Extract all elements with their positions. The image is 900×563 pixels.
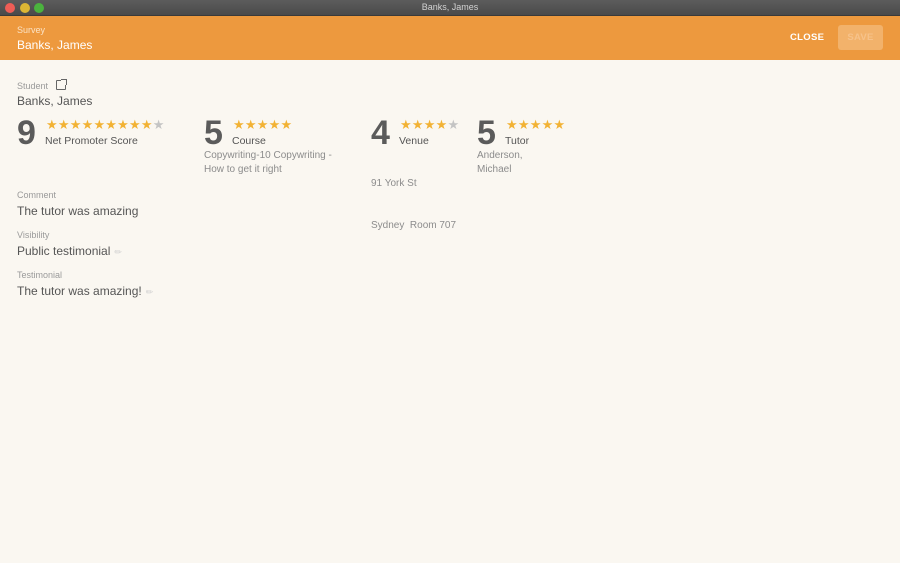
- student-label-row: Student: [17, 79, 67, 91]
- star-filled-icon[interactable]: ★: [82, 117, 94, 132]
- star-filled-icon[interactable]: ★: [117, 117, 129, 132]
- star-filled-icon[interactable]: ★: [530, 117, 542, 132]
- testimonial-label: Testimonial: [17, 270, 63, 280]
- rating-label: Net Promoter Score: [45, 135, 138, 147]
- star-filled-icon[interactable]: ★: [141, 117, 153, 132]
- star-filled-icon[interactable]: ★: [280, 117, 292, 132]
- header-subtitle: Survey: [17, 25, 46, 35]
- student-label: Student: [17, 81, 49, 91]
- star-rating[interactable]: ★★★★★: [233, 118, 292, 131]
- visibility-label: Visibility: [17, 230, 50, 240]
- comment-label: Comment: [17, 190, 57, 200]
- pencil-icon[interactable]: ✏︎: [146, 287, 154, 297]
- star-filled-icon[interactable]: ★: [46, 117, 58, 132]
- star-filled-icon[interactable]: ★: [129, 117, 141, 132]
- external-link-icon[interactable]: [55, 79, 67, 90]
- rating-label: Venue: [399, 135, 429, 147]
- header-title: Banks, James: [17, 38, 93, 52]
- star-filled-icon[interactable]: ★: [58, 117, 70, 132]
- star-filled-icon[interactable]: ★: [233, 117, 245, 132]
- pencil-icon[interactable]: ✏︎: [114, 247, 122, 257]
- rating-label: Course: [232, 135, 266, 147]
- save-button[interactable]: SAVE: [838, 25, 883, 50]
- venue-line-1: 91 York St: [371, 178, 417, 189]
- star-filled-icon[interactable]: ★: [257, 117, 269, 132]
- rating-score: 4: [371, 114, 390, 152]
- rating-label: Tutor: [505, 135, 530, 147]
- star-filled-icon[interactable]: ★: [105, 117, 117, 132]
- star-filled-icon[interactable]: ★: [553, 117, 565, 132]
- star-empty-icon[interactable]: ★: [447, 117, 459, 132]
- star-filled-icon[interactable]: ★: [542, 117, 554, 132]
- star-rating[interactable]: ★★★★★: [506, 118, 565, 131]
- star-filled-icon[interactable]: ★: [269, 117, 281, 132]
- course-line-2: How to get it right: [204, 164, 282, 175]
- rating-detail: 91 York St Sydney Room 707: [371, 149, 456, 261]
- star-filled-icon[interactable]: ★: [506, 117, 518, 132]
- visibility-field[interactable]: Public testimonial ✏︎: [17, 244, 122, 258]
- app-header: Survey Banks, James CLOSE SAVE: [0, 16, 900, 60]
- star-filled-icon[interactable]: ★: [436, 117, 448, 132]
- rating-detail: Copywriting-10 Copywriting - How to get …: [204, 149, 332, 177]
- star-filled-icon[interactable]: ★: [400, 117, 412, 132]
- window-titlebar: Banks, James: [0, 0, 900, 16]
- star-empty-icon[interactable]: ★: [153, 117, 165, 132]
- course-line-1: Copywriting-10 Copywriting -: [204, 150, 332, 161]
- star-filled-icon[interactable]: ★: [518, 117, 530, 132]
- star-filled-icon[interactable]: ★: [424, 117, 436, 132]
- star-rating[interactable]: ★★★★★: [400, 118, 459, 131]
- star-filled-icon[interactable]: ★: [245, 117, 257, 132]
- visibility-value: Public testimonial: [17, 244, 111, 258]
- tutor-line-2: Michael: [477, 164, 512, 175]
- rating-score: 9: [17, 114, 36, 152]
- rating-score: 5: [477, 114, 496, 152]
- testimonial-value: The tutor was amazing!: [17, 284, 142, 298]
- window-title: Banks, James: [421, 2, 479, 12]
- star-filled-icon[interactable]: ★: [93, 117, 105, 132]
- close-button[interactable]: CLOSE: [790, 32, 824, 43]
- comment-value: The tutor was amazing: [17, 204, 139, 218]
- star-rating[interactable]: ★★★★★★★★★★: [46, 118, 165, 131]
- student-name: Banks, James: [17, 94, 93, 108]
- testimonial-field[interactable]: The tutor was amazing! ✏︎: [17, 284, 153, 298]
- rating-detail: Anderson, Michael: [477, 149, 523, 177]
- star-filled-icon[interactable]: ★: [70, 117, 82, 132]
- star-filled-icon[interactable]: ★: [412, 117, 424, 132]
- venue-line-2: Sydney Room 707: [371, 220, 457, 231]
- rating-score: 5: [204, 114, 223, 152]
- tutor-line-1: Anderson,: [477, 150, 523, 161]
